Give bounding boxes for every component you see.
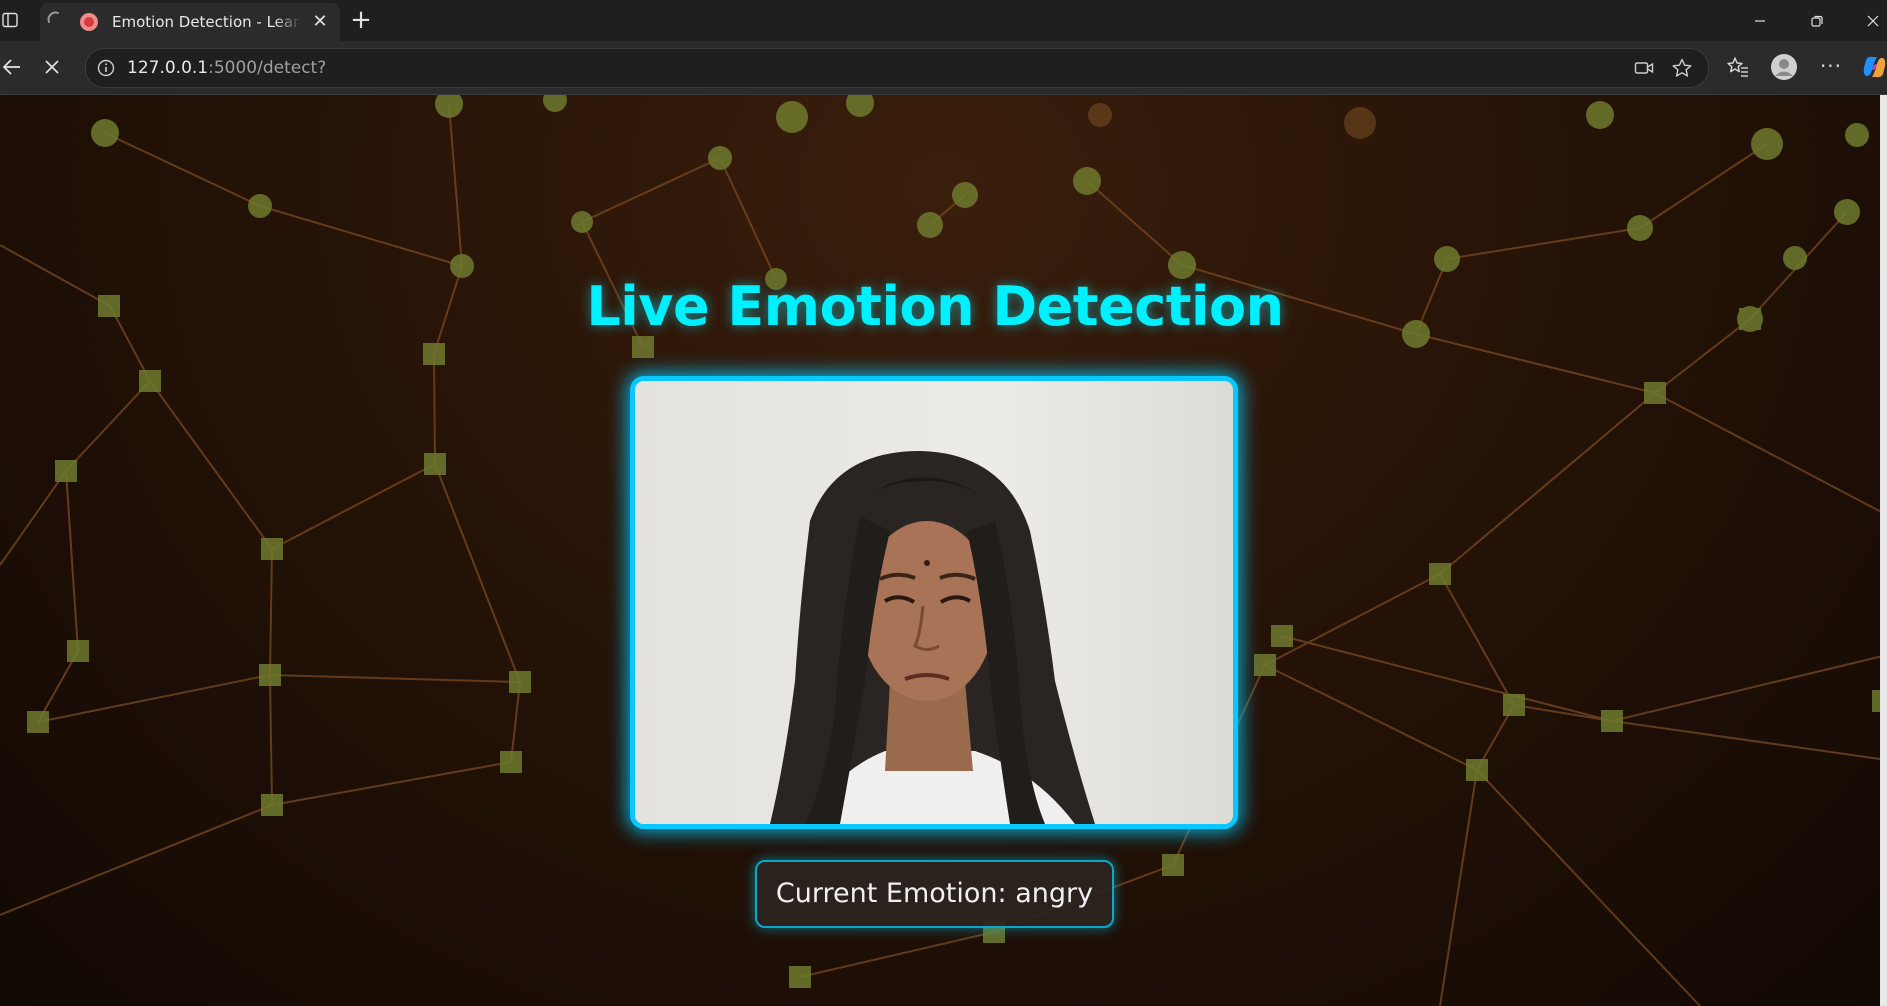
scrollbar[interactable] [1880,95,1887,1006]
close-icon[interactable]: ✕ [310,12,330,32]
record-icon [80,13,98,31]
plus-icon[interactable]: + [346,6,376,36]
arrow-left-icon[interactable] [0,55,24,79]
tab-strip: Emotion Detection - Learnor ✕ + [0,0,1887,41]
address-bar[interactable]: 127.0.0.1:5000/detect? [85,48,1709,88]
url-path: :5000/detect? [208,58,327,78]
restore-icon[interactable] [1794,4,1840,38]
close-window-icon[interactable] [1850,4,1887,38]
emotion-status: Current Emotion: angry [755,860,1114,928]
webcam-image [635,381,1233,824]
url-host: 127.0.0.1 [127,58,209,78]
tab-title: Emotion Detection - Learnor [112,13,302,31]
camera-icon[interactable] [1634,59,1654,77]
info-icon[interactable] [97,59,115,77]
browser-toolbar: 127.0.0.1:5000/detect? ··· [0,41,1887,95]
stop-icon[interactable] [40,55,64,79]
favorites-icon[interactable] [1726,55,1750,79]
minimize-icon[interactable] [1737,4,1783,38]
loading-spinner-icon [47,11,59,23]
browser-window: Emotion Detection - Learnor ✕ + [0,0,1887,1006]
sidebar-icon[interactable] [0,9,20,31]
more-icon[interactable]: ··· [1816,51,1846,81]
page-viewport: Live Emotion Detection Current Emotion: … [0,95,1887,1006]
copilot-icon[interactable] [1862,54,1887,80]
video-feed [630,376,1238,829]
tab-active[interactable]: Emotion Detection - Learnor ✕ [40,3,340,41]
url-text[interactable]: 127.0.0.1:5000/detect? [127,58,326,78]
page-title: Live Emotion Detection [586,275,1284,338]
profile-icon[interactable] [1770,53,1798,81]
star-icon[interactable] [1671,57,1693,79]
